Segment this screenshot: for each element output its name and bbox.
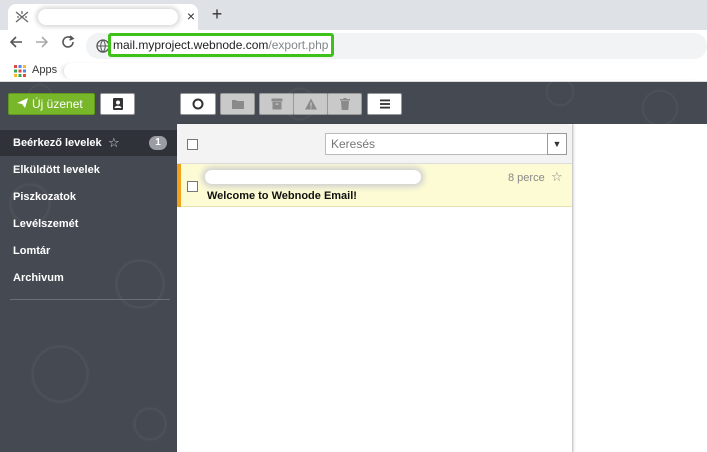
- mail-app: Új üzenet Beérkező levelek ☆ 1 Elküldött…: [0, 82, 707, 452]
- archive-button[interactable]: [259, 93, 294, 115]
- apps-bookmark[interactable]: Apps: [32, 64, 57, 76]
- delete-button[interactable]: [327, 93, 362, 115]
- sidebar-item-label: Lomtár: [13, 245, 51, 257]
- spam-button[interactable]: [293, 93, 328, 115]
- browser-nav-bar: [0, 30, 707, 60]
- sidebar-divider: [10, 299, 170, 300]
- new-tab-button[interactable]: +: [208, 4, 226, 24]
- message-subject: Welcome to Webnode Email!: [207, 190, 357, 202]
- browser-tab-bar: × +: [0, 0, 707, 30]
- back-arrow-icon[interactable]: [6, 35, 26, 55]
- contacts-button[interactable]: [100, 93, 135, 115]
- reload-icon[interactable]: [58, 35, 78, 55]
- send-plane-icon: [17, 94, 28, 114]
- unread-count-badge: 1: [149, 136, 167, 150]
- star-icon[interactable]: ☆: [108, 130, 120, 156]
- url-domain: mail.myproject.webnode.com: [113, 38, 269, 52]
- bookmarks-bar: Apps: [0, 60, 707, 82]
- sidebar-item-label: Beérkező levelek: [13, 137, 102, 149]
- search-input[interactable]: [325, 133, 548, 155]
- tab-close-icon[interactable]: ×: [184, 8, 198, 24]
- browser-tab[interactable]: ×: [8, 4, 198, 30]
- sidebar-item-trash[interactable]: Lomtár: [0, 238, 177, 264]
- more-menu-button[interactable]: [367, 93, 402, 115]
- sidebar-item-sent[interactable]: Elküldött levelek: [0, 157, 177, 183]
- message-list: ▼ Welcome to Webnode Email! 8 perce ☆: [177, 124, 573, 452]
- sidebar-item-inbox[interactable]: Beérkező levelek ☆ 1: [0, 130, 177, 156]
- url-text[interactable]: mail.myproject.webnode.com/export.php: [113, 38, 328, 52]
- loading-favicon-icon: [14, 10, 30, 24]
- forward-arrow-icon[interactable]: [32, 35, 52, 55]
- mail-toolbar: Új üzenet: [0, 82, 707, 124]
- sidebar-item-label: Elküldött levelek: [13, 164, 100, 176]
- message-list-header: ▼: [177, 124, 572, 164]
- refresh-button[interactable]: [180, 93, 216, 115]
- sidebar-item-label: Piszkozatok: [13, 191, 76, 203]
- sidebar-item-drafts[interactable]: Piszkozatok: [0, 184, 177, 210]
- new-message-label: Új üzenet: [32, 97, 83, 111]
- apps-grid-icon[interactable]: [14, 65, 26, 77]
- url-path: /export.php: [268, 38, 329, 52]
- sidebar-item-spam[interactable]: Levélszemét: [0, 211, 177, 237]
- search-options-button[interactable]: ▼: [547, 133, 567, 155]
- select-all-checkbox[interactable]: [187, 139, 198, 150]
- move-to-folder-button[interactable]: [220, 93, 255, 115]
- message-time: 8 perce: [508, 172, 545, 184]
- folder-sidebar: Beérkező levelek ☆ 1 Elküldött levelek P…: [0, 124, 177, 452]
- message-checkbox[interactable]: [187, 181, 198, 192]
- sidebar-item-label: Archivum: [13, 272, 64, 284]
- sidebar-item-label: Levélszemét: [13, 218, 79, 230]
- tab-title-redacted: [38, 9, 178, 25]
- star-icon[interactable]: ☆: [551, 169, 563, 185]
- new-message-button[interactable]: Új üzenet: [8, 93, 95, 115]
- message-row[interactable]: Welcome to Webnode Email! 8 perce ☆: [177, 164, 572, 207]
- unread-marker: [177, 164, 181, 207]
- sidebar-item-archive[interactable]: Archivum: [0, 265, 177, 291]
- sender-redacted: [205, 170, 421, 184]
- bookmarks-redacted: [64, 63, 704, 79]
